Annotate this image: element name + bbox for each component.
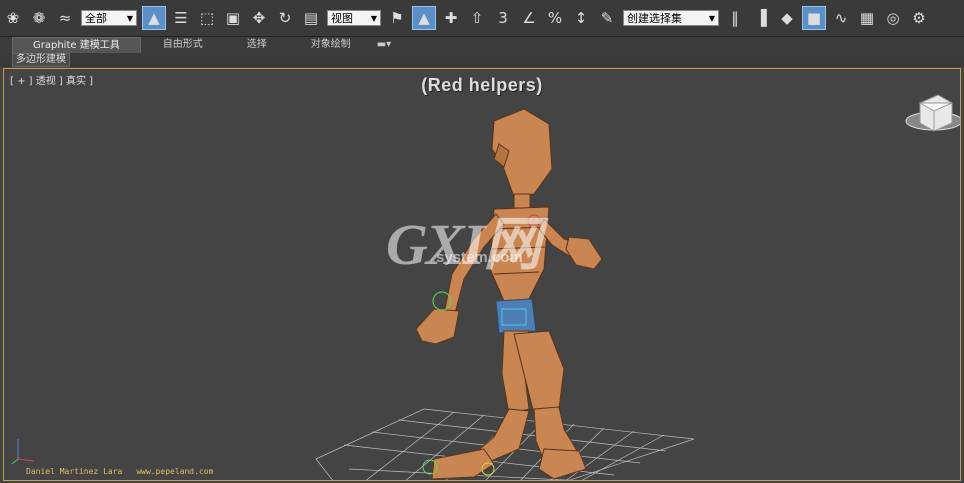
ribbon-subbar: 多边形建模	[0, 53, 964, 67]
ribbon-options-icon[interactable]: ▬▾	[373, 37, 395, 53]
selection-filter-value: 全部	[85, 12, 107, 25]
named-selection-dropdown[interactable]: 创建选择集 ▼	[623, 10, 719, 26]
chevron-down-icon: ▼	[370, 13, 377, 23]
ribbon-tabs: Graphite 建模工具 自由形式 选择 对象绘制 ▬▾	[0, 36, 964, 54]
watermark: GXI网 system.com	[386, 197, 541, 281]
link-icon[interactable]: ❀	[2, 7, 24, 29]
snap-toggle-icon[interactable]: ⇧	[466, 7, 488, 29]
angle-snap-arc-icon[interactable]: ∠	[518, 7, 540, 29]
unlink-icon[interactable]: ❁	[28, 7, 50, 29]
tab-polygon-modeling[interactable]: 多边形建模	[12, 53, 70, 67]
graphite-toggle-icon[interactable]: ■	[802, 6, 826, 30]
tab-graphite-modeling[interactable]: Graphite 建模工具	[12, 36, 141, 54]
rect-selection-icon[interactable]: ⬚	[196, 7, 218, 29]
mirror-icon[interactable]: ‖	[724, 7, 746, 29]
watermark-logo: GXI网	[386, 212, 541, 277]
tab-freeform[interactable]: 自由形式	[141, 37, 225, 53]
layer-manager-icon[interactable]: ◆	[776, 7, 798, 29]
render-setup-icon[interactable]: ⚙	[908, 7, 930, 29]
reference-coord-dropdown[interactable]: 视图 ▼	[327, 10, 381, 26]
align-icon[interactable]: ▐	[750, 7, 772, 29]
chevron-down-icon: ▼	[126, 13, 133, 23]
tab-object-paint[interactable]: 对象绘制	[289, 37, 373, 53]
material-editor-icon[interactable]: ◎	[882, 7, 904, 29]
select-by-name-icon[interactable]: ☰	[170, 7, 192, 29]
tab-selection[interactable]: 选择	[225, 37, 289, 53]
credit-site: www.pepeland.com	[136, 467, 214, 476]
curve-editor-icon[interactable]: ∿	[830, 7, 852, 29]
spinner-snap-icon[interactable]: ↕	[570, 7, 592, 29]
schematic-view-icon[interactable]: ▦	[856, 7, 878, 29]
reference-coord-value: 视图	[331, 12, 353, 25]
window-crossing-icon[interactable]: ▣	[222, 7, 244, 29]
perspective-viewport[interactable]: [ + ] 透视 ] 真实 ] (Red helpers) GXI网 syste…	[3, 68, 961, 481]
move-icon[interactable]: ✥	[248, 7, 270, 29]
percent-snap-icon[interactable]: %	[544, 7, 566, 29]
watermark-domain: system.com	[436, 249, 523, 266]
selection-filter-dropdown[interactable]: 全部 ▼	[81, 10, 137, 26]
scale-icon[interactable]: ▤	[300, 7, 322, 29]
named-selection-value: 创建选择集	[627, 12, 682, 25]
angle-snap-label: 3	[498, 9, 508, 27]
rotate-icon[interactable]: ↻	[274, 7, 296, 29]
author-credit: Daniel Martinez Lara www.pepeland.com	[26, 467, 213, 476]
pivot-icon[interactable]: ⚑	[386, 7, 408, 29]
character-model	[415, 108, 603, 480]
main-toolbar: ❀ ❁ ≈ 全部 ▼ ▲ ☰ ⬚ ▣ ✥ ↻ ▤ 视图 ▼ ⚑ ▲ ✚ ⇧ 3 ∠ …	[0, 0, 964, 37]
axis-gizmo	[11, 439, 35, 465]
keyboard-shortcut-icon[interactable]: ✚	[440, 7, 462, 29]
chevron-down-icon: ▼	[708, 13, 715, 23]
percent-snap-label: %	[547, 9, 563, 27]
edit-named-selection-icon[interactable]: ✎	[596, 7, 618, 29]
bind-spacewarp-icon[interactable]: ≈	[54, 7, 76, 29]
select-object-icon[interactable]: ▲	[142, 6, 166, 30]
angle-snap-icon[interactable]: 3	[492, 7, 514, 29]
select-manipulate-icon[interactable]: ▲	[412, 6, 436, 30]
viewcube	[905, 94, 960, 132]
credit-author: Daniel Martinez Lara	[26, 467, 123, 476]
